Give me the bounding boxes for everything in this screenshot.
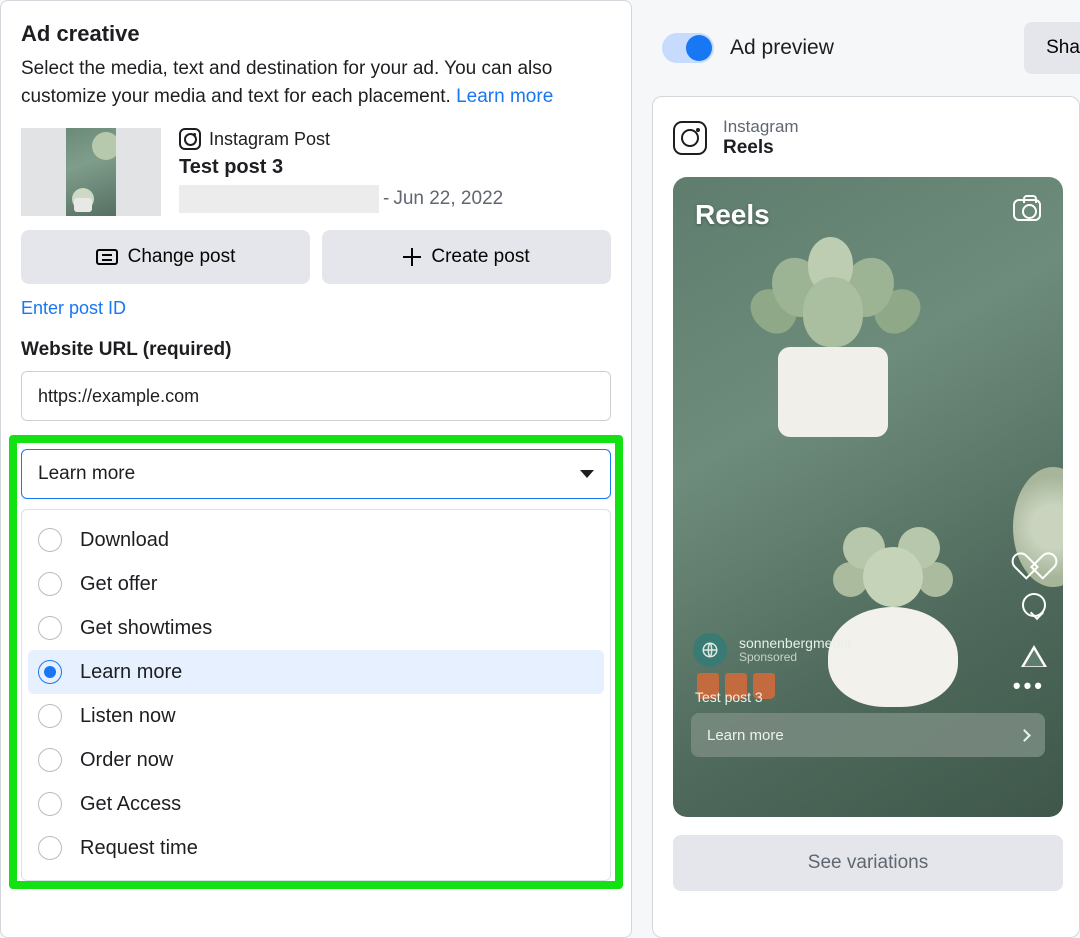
learn-more-link[interactable]: Learn more: [456, 86, 553, 107]
preview-column: Ad preview Sha Instagram Reels Reels: [652, 0, 1080, 938]
post-platform-label: Instagram Post: [209, 129, 330, 150]
preview-header: Ad preview Sha: [652, 0, 1080, 96]
cta-option-label: Order now: [80, 749, 173, 772]
cta-selected-label: Learn more: [38, 463, 135, 485]
cta-option-order-now[interactable]: Order now: [28, 738, 604, 782]
preview-image-plant-2: [783, 487, 1003, 707]
radio-icon: [38, 616, 62, 640]
share-button[interactable]: Sha: [1024, 22, 1080, 74]
reels-action-icons: [1021, 541, 1047, 667]
camera-icon: [1013, 199, 1041, 221]
preview-caption: Test post 3: [695, 689, 763, 705]
radio-icon: [38, 748, 62, 772]
radio-icon: [38, 572, 62, 596]
instagram-icon: [179, 128, 201, 150]
post-title: Test post 3: [179, 156, 611, 179]
post-author-redacted: [179, 185, 379, 213]
change-post-button[interactable]: Change post: [21, 230, 310, 284]
chevron-down-icon: [580, 470, 594, 478]
radio-icon: [38, 528, 62, 552]
like-icon[interactable]: [1021, 541, 1047, 565]
create-post-button[interactable]: Create post: [322, 230, 611, 284]
placement-header: Instagram Reels: [673, 117, 1063, 159]
sponsored-label: Sponsored: [739, 651, 851, 665]
ad-creative-panel: Ad creative Select the media, text and d…: [0, 0, 632, 938]
cta-option-listen-now[interactable]: Listen now: [28, 694, 604, 738]
more-icon[interactable]: •••: [1013, 673, 1045, 699]
change-post-label: Change post: [128, 246, 236, 268]
preview-image-plant-1: [723, 217, 943, 437]
radio-icon: [38, 836, 62, 860]
section-title: Ad creative: [21, 21, 611, 47]
cta-option-get-offer[interactable]: Get offer: [28, 562, 604, 606]
ad-preview-label: Ad preview: [730, 36, 834, 60]
ad-preview-toggle[interactable]: [662, 33, 714, 63]
post-date-prefix: -: [383, 188, 389, 210]
chevron-right-icon: [1018, 729, 1031, 742]
avatar: [693, 633, 727, 667]
post-thumbnail: [21, 128, 161, 216]
cta-option-label: Get offer: [80, 573, 157, 596]
section-description: Select the media, text and destination f…: [21, 55, 611, 110]
post-meta: Instagram Post Test post 3 - Jun 22, 202…: [179, 128, 611, 213]
placement-name: Reels: [723, 137, 799, 159]
placement-platform: Instagram: [723, 117, 799, 137]
preview-cta-label: Learn more: [707, 727, 784, 744]
cta-option-learn-more[interactable]: Learn more: [28, 650, 604, 694]
cta-option-get-access[interactable]: Get Access: [28, 782, 604, 826]
cta-option-label: Learn more: [80, 661, 182, 684]
account-name: sonnenbergmedia: [739, 635, 851, 651]
preview-account: sonnenbergmedia Sponsored: [693, 633, 851, 667]
see-variations-button[interactable]: See variations: [673, 835, 1063, 891]
radio-icon: [38, 660, 62, 684]
preview-cta-button[interactable]: Learn more: [691, 713, 1045, 757]
cta-option-label: Get Access: [80, 793, 181, 816]
cta-option-get-showtimes[interactable]: Get showtimes: [28, 606, 604, 650]
cta-option-request-time[interactable]: Request time: [28, 826, 604, 870]
selected-post-row: Instagram Post Test post 3 - Jun 22, 202…: [21, 128, 611, 216]
website-url-input[interactable]: [21, 371, 611, 421]
comment-icon[interactable]: [1022, 593, 1046, 617]
radio-icon: [38, 792, 62, 816]
cta-options-list: Download Get offer Get showtimes Learn m…: [21, 509, 611, 881]
post-icon: [96, 249, 118, 265]
cta-option-label: Download: [80, 529, 169, 552]
enter-post-id-link[interactable]: Enter post ID: [21, 298, 126, 319]
plus-icon: [403, 248, 421, 266]
radio-icon: [38, 704, 62, 728]
cta-highlight-region: Learn more Download Get offer Get showti…: [9, 435, 623, 889]
cta-option-download[interactable]: Download: [28, 518, 604, 562]
create-post-label: Create post: [431, 246, 529, 268]
preview-card: Instagram Reels Reels: [652, 96, 1080, 938]
cta-option-label: Get showtimes: [80, 617, 212, 640]
instagram-icon: [673, 121, 707, 155]
cta-dropdown[interactable]: Learn more: [21, 449, 611, 499]
share-icon[interactable]: [1021, 645, 1047, 667]
post-date: Jun 22, 2022: [393, 188, 503, 210]
cta-option-label: Listen now: [80, 705, 176, 728]
reels-preview: Reels: [673, 177, 1063, 817]
website-url-label: Website URL (required): [21, 339, 611, 361]
cta-option-label: Request time: [80, 837, 198, 860]
